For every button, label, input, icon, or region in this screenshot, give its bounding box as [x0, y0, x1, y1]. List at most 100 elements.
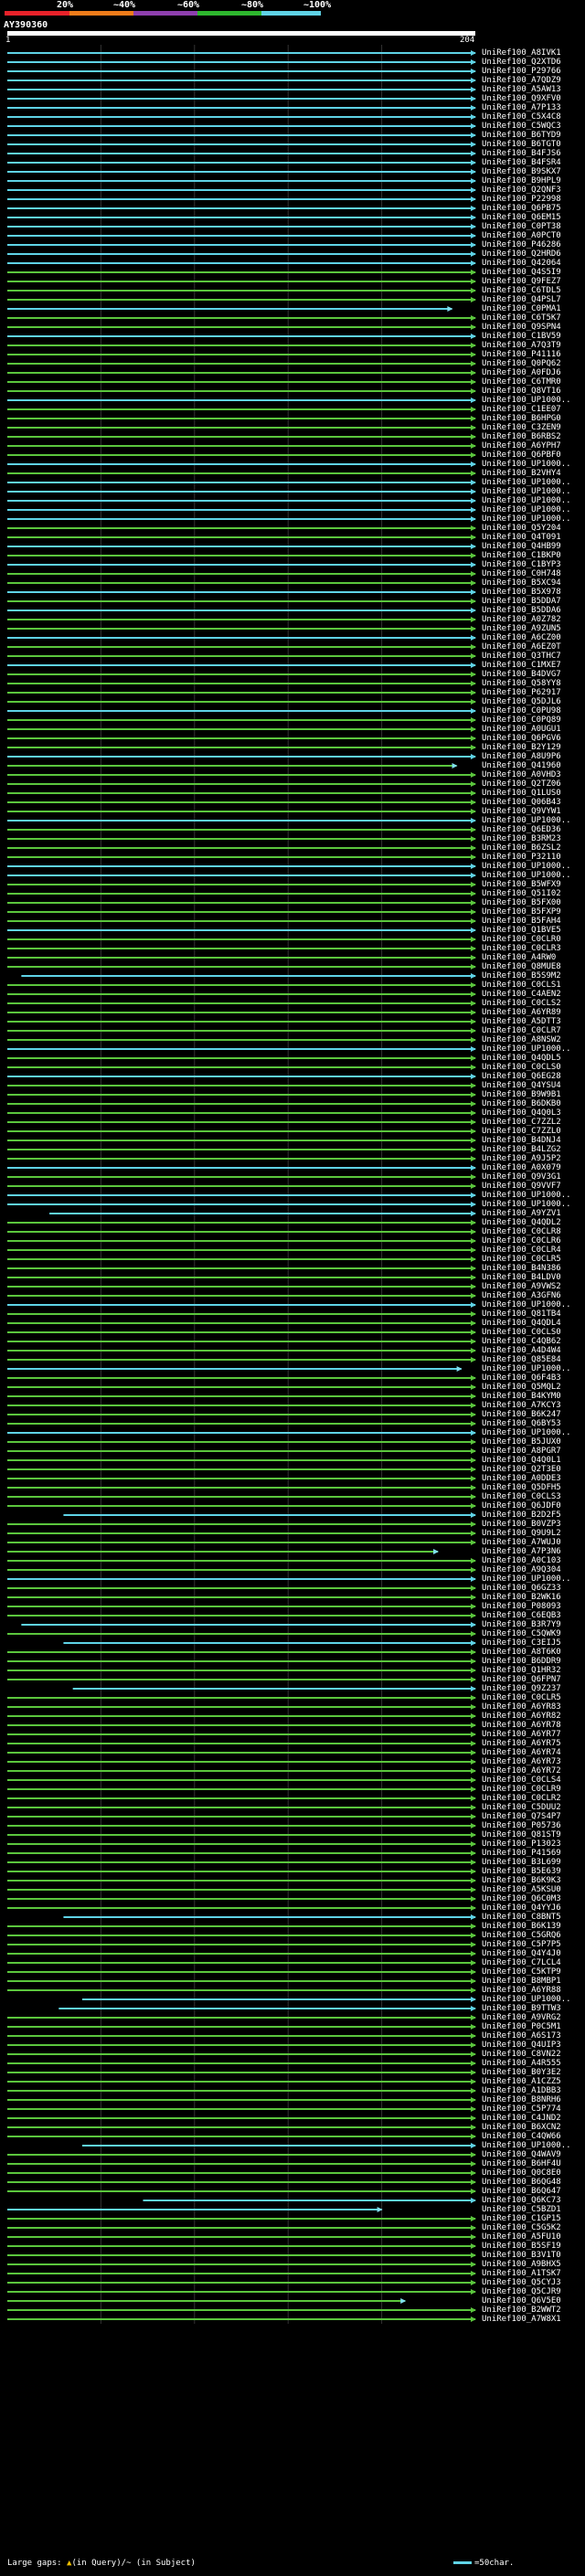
hit-row[interactable]: UniRef100_B5DDA6: [0, 606, 585, 615]
hit-row[interactable]: UniRef100_Q42064: [0, 259, 585, 268]
hit-label[interactable]: UniRef100_Q4Y4J0: [482, 1949, 561, 1958]
hit-label[interactable]: UniRef100_A5FU10: [482, 2232, 561, 2242]
hit-label[interactable]: UniRef100_B5FX00: [482, 898, 561, 907]
hit-row[interactable]: UniRef100_C1BYP3: [0, 560, 585, 569]
hit-row[interactable]: UniRef100_A4D4W4: [0, 1346, 585, 1355]
hit-label[interactable]: UniRef100_C0CLS0: [482, 1063, 561, 1072]
hit-label[interactable]: UniRef100_C1BV59: [482, 332, 561, 341]
hit-label[interactable]: UniRef100_C5BZD1: [482, 2205, 561, 2214]
hit-row[interactable]: UniRef100_C5GRQ6: [0, 1931, 585, 1940]
hit-row[interactable]: UniRef100_B6DDR9: [0, 1657, 585, 1666]
hit-label[interactable]: UniRef100_B5S9M2: [482, 971, 561, 981]
hit-label[interactable]: UniRef100_B5SF19: [482, 2242, 561, 2251]
hit-label[interactable]: UniRef100_A7P133: [482, 103, 561, 112]
hit-row[interactable]: UniRef100_UP1000..: [0, 1574, 585, 1584]
hit-label[interactable]: UniRef100_Q5CYJ3: [482, 2278, 561, 2287]
hit-row[interactable]: UniRef100_C3ZEN9: [0, 423, 585, 432]
hit-row[interactable]: UniRef100_UP1000..: [0, 514, 585, 524]
hit-row[interactable]: UniRef100_A0X079: [0, 1163, 585, 1172]
hit-row[interactable]: UniRef100_C6EQB3: [0, 1611, 585, 1620]
hit-label[interactable]: UniRef100_A8U9P6: [482, 752, 561, 761]
hit-label[interactable]: UniRef100_Q4Q0L3: [482, 1108, 561, 1118]
hit-label[interactable]: UniRef100_A6YR73: [482, 1757, 561, 1766]
hit-row[interactable]: UniRef100_A7QDZ9: [0, 76, 585, 85]
hit-row[interactable]: UniRef100_B5XC94: [0, 578, 585, 588]
hit-row[interactable]: UniRef100_B5FXP9: [0, 907, 585, 917]
hit-row[interactable]: UniRef100_B5JUX0: [0, 1437, 585, 1447]
hit-row[interactable]: UniRef100_Q4UIP3: [0, 2041, 585, 2050]
hit-row[interactable]: UniRef100_C5KTP9: [0, 1967, 585, 1977]
hit-label[interactable]: UniRef100_Q4YSU4: [482, 1081, 561, 1090]
hit-row[interactable]: UniRef100_UP1000..: [0, 460, 585, 469]
hit-label[interactable]: UniRef100_UP1000..: [482, 514, 571, 524]
hit-row[interactable]: UniRef100_UP1000..: [0, 871, 585, 880]
hit-label[interactable]: UniRef100_B8NRH6: [482, 2095, 561, 2104]
hit-label[interactable]: UniRef100_UP1000..: [482, 487, 571, 496]
hit-label[interactable]: UniRef100_B6K9K3: [482, 1876, 561, 1885]
hit-label[interactable]: UniRef100_B4LZG2: [482, 1145, 561, 1154]
hit-row[interactable]: UniRef100_C5BZD1: [0, 2205, 585, 2214]
hit-label[interactable]: UniRef100_A1DBB3: [482, 2086, 561, 2095]
hit-label[interactable]: UniRef100_Q9Z237: [482, 1684, 561, 1693]
hit-row[interactable]: UniRef100_Q6EG28: [0, 1072, 585, 1081]
hit-label[interactable]: UniRef100_A0UGU1: [482, 725, 561, 734]
hit-label[interactable]: UniRef100_B5FAH4: [482, 917, 561, 926]
hit-row[interactable]: UniRef100_Q9FEZ7: [0, 277, 585, 286]
hit-row[interactable]: UniRef100_B4DVG7: [0, 670, 585, 679]
hit-row[interactable]: UniRef100_P29766: [0, 67, 585, 76]
hit-label[interactable]: UniRef100_Q4UIP3: [482, 2041, 561, 2050]
hit-label[interactable]: UniRef100_C6TDL5: [482, 286, 561, 295]
hit-row[interactable]: UniRef100_Q6GZ33: [0, 1584, 585, 1593]
hit-row[interactable]: UniRef100_Q2T3E0: [0, 1465, 585, 1474]
hit-label[interactable]: UniRef100_UP1000..: [482, 862, 571, 871]
hit-row[interactable]: UniRef100_A7P3N6: [0, 1547, 585, 1556]
hit-row[interactable]: UniRef100_B4N386: [0, 1264, 585, 1273]
hit-row[interactable]: UniRef100_Q4WAV9: [0, 2150, 585, 2159]
hit-label[interactable]: UniRef100_C0CLR8: [482, 1227, 561, 1236]
hit-label[interactable]: UniRef100_Q2TZ06: [482, 779, 561, 789]
hit-row[interactable]: UniRef100_C4QW66: [0, 2132, 585, 2141]
hit-label[interactable]: UniRef100_UP1000..: [482, 478, 571, 487]
hit-label[interactable]: UniRef100_P13023: [482, 1839, 561, 1849]
hit-label[interactable]: UniRef100_B9HPL9: [482, 176, 561, 186]
hit-row[interactable]: UniRef100_A9BHX5: [0, 2260, 585, 2269]
hit-row[interactable]: UniRef100_Q5DFH5: [0, 1483, 585, 1492]
hit-label[interactable]: UniRef100_A9Q304: [482, 1565, 561, 1574]
hit-label[interactable]: UniRef100_C6T5K7: [482, 313, 561, 323]
hit-row[interactable]: UniRef100_Q5Y204: [0, 524, 585, 533]
hit-label[interactable]: UniRef100_A7Q3T9: [482, 341, 561, 350]
hit-label[interactable]: UniRef100_A7KCY3: [482, 1401, 561, 1410]
hit-row[interactable]: UniRef100_B6K247: [0, 1410, 585, 1419]
hit-label[interactable]: UniRef100_Q4Q0L1: [482, 1456, 561, 1465]
hit-row[interactable]: UniRef100_Q9V3G1: [0, 1172, 585, 1182]
hit-label[interactable]: UniRef100_C5KTP9: [482, 1967, 561, 1977]
hit-label[interactable]: UniRef100_UP1000..: [482, 871, 571, 880]
hit-row[interactable]: UniRef100_Q51I02: [0, 889, 585, 898]
hit-row[interactable]: UniRef100_B5X978: [0, 588, 585, 597]
hit-row[interactable]: UniRef100_Q6ED36: [0, 825, 585, 834]
hit-label[interactable]: UniRef100_Q1BVE5: [482, 926, 561, 935]
hit-label[interactable]: UniRef100_Q4PSL7: [482, 295, 561, 304]
hit-label[interactable]: UniRef100_C8BNT5: [482, 1913, 561, 1922]
hit-row[interactable]: UniRef100_Q9VVF7: [0, 1182, 585, 1191]
hit-row[interactable]: UniRef100_A6YR89: [0, 1008, 585, 1017]
hit-label[interactable]: UniRef100_Q9SPN4: [482, 323, 561, 332]
hit-row[interactable]: UniRef100_Q4YSU4: [0, 1081, 585, 1090]
hit-row[interactable]: UniRef100_C5X4C8: [0, 112, 585, 122]
hit-row[interactable]: UniRef100_UP1000..: [0, 1300, 585, 1309]
hit-row[interactable]: UniRef100_A5FU10: [0, 2232, 585, 2242]
hit-row[interactable]: UniRef100_C8BNT5: [0, 1913, 585, 1922]
hit-row[interactable]: UniRef100_C5DUU2: [0, 1803, 585, 1812]
hit-row[interactable]: UniRef100_Q4S5I9: [0, 268, 585, 277]
hit-row[interactable]: UniRef100_UP1000..: [0, 478, 585, 487]
hit-label[interactable]: UniRef100_A6YR75: [482, 1739, 561, 1748]
hit-row[interactable]: UniRef100_B4LDV0: [0, 1273, 585, 1282]
hit-row[interactable]: UniRef100_B9W9B1: [0, 1090, 585, 1099]
hit-label[interactable]: UniRef100_Q1LUS0: [482, 789, 561, 798]
hit-label[interactable]: UniRef100_B5DDA7: [482, 597, 561, 606]
hit-label[interactable]: UniRef100_C0CLR2: [482, 1794, 561, 1803]
hit-row[interactable]: UniRef100_Q1HR32: [0, 1666, 585, 1675]
hit-row[interactable]: UniRef100_A6YR82: [0, 1712, 585, 1721]
hit-label[interactable]: UniRef100_Q81ST9: [482, 1830, 561, 1839]
hit-label[interactable]: UniRef100_C0CLS3: [482, 1492, 561, 1501]
